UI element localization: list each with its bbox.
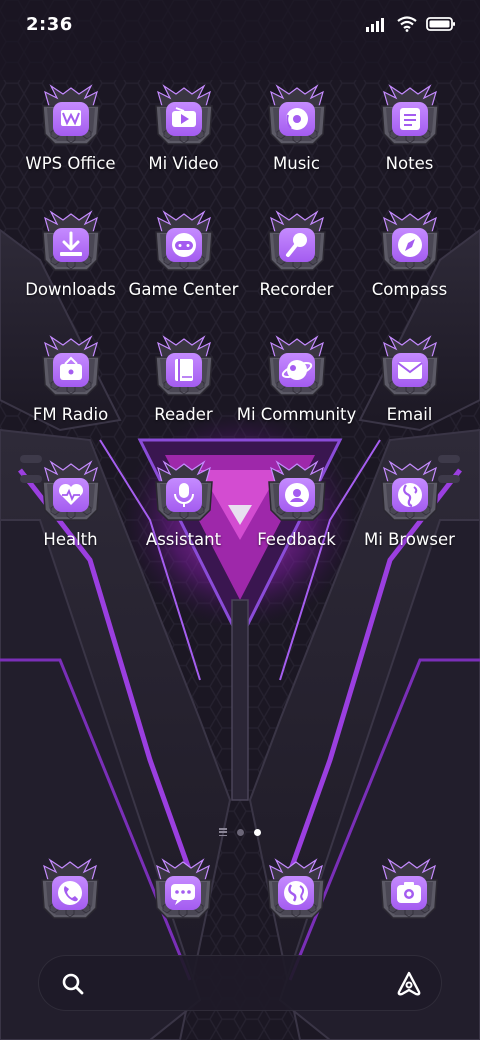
messages-icon[interactable]	[149, 856, 217, 924]
wps-office-icon[interactable]	[37, 82, 105, 150]
app-label: Feedback	[257, 530, 336, 549]
app-notes[interactable]: Notes	[353, 82, 466, 200]
assistant-mic-icon[interactable]	[150, 458, 218, 526]
app-music[interactable]: Music	[240, 82, 353, 200]
app-label: Mi Browser	[364, 530, 455, 549]
app-label: Reader	[154, 405, 213, 424]
book-icon[interactable]	[150, 333, 218, 401]
app-reader[interactable]: Reader	[127, 333, 240, 451]
video-icon[interactable]	[150, 82, 218, 150]
app-recorder[interactable]: Recorder	[240, 208, 353, 326]
app-game-center[interactable]: Game Center	[127, 208, 240, 326]
search-icon[interactable]	[61, 972, 85, 996]
app-downloads[interactable]: Downloads	[14, 208, 127, 326]
wifi-icon	[397, 16, 417, 32]
app-wps-office[interactable]: WPS Office	[14, 82, 127, 200]
app-label: Mi Community	[236, 405, 357, 424]
app-label: Music	[273, 154, 320, 173]
download-icon[interactable]	[37, 208, 105, 276]
app-label: Health	[43, 530, 98, 549]
status-time: 2:36	[26, 14, 73, 35]
compass-icon[interactable]	[376, 208, 444, 276]
app-mi-video[interactable]: Mi Video	[127, 82, 240, 200]
page-indicator	[0, 828, 480, 836]
browser-globe-icon[interactable]	[262, 856, 330, 924]
radio-icon[interactable]	[37, 333, 105, 401]
microphone-icon[interactable]	[263, 208, 331, 276]
page-indicator-lines-icon	[219, 828, 227, 836]
notes-icon[interactable]	[376, 82, 444, 150]
mail-icon[interactable]	[376, 333, 444, 401]
app-health[interactable]: Health	[14, 458, 127, 576]
app-label: Downloads	[25, 280, 116, 299]
app-compass[interactable]: Compass	[353, 208, 466, 326]
app-mi-community[interactable]: Mi Community	[237, 333, 356, 451]
app-mi-browser[interactable]: Mi Browser	[353, 458, 466, 576]
app-label: Game Center	[128, 280, 239, 299]
app-label: Mi Video	[148, 154, 219, 173]
music-icon[interactable]	[263, 82, 331, 150]
app-label: Notes	[385, 154, 434, 173]
gamepad-icon[interactable]	[150, 208, 218, 276]
feedback-icon[interactable]	[263, 458, 331, 526]
app-assistant[interactable]: Assistant	[127, 458, 240, 576]
status-bar: 2:36	[0, 0, 480, 50]
camera-icon[interactable]	[375, 856, 443, 924]
app-label: Assistant	[145, 530, 222, 549]
status-icons	[366, 16, 456, 32]
app-fm-radio[interactable]: FM Radio	[14, 333, 127, 451]
app-feedback[interactable]: Feedback	[240, 458, 353, 576]
phone-icon[interactable]	[36, 856, 104, 924]
app-label: Compass	[371, 280, 448, 299]
page-dot-active[interactable]	[254, 828, 261, 836]
heart-pulse-icon[interactable]	[37, 458, 105, 526]
app-email[interactable]: Email	[353, 333, 466, 451]
app-label: WPS Office	[25, 154, 116, 173]
assistant-icon[interactable]	[395, 970, 423, 998]
app-label: Recorder	[259, 280, 334, 299]
signal-icon	[366, 18, 384, 32]
page-dot[interactable]	[237, 828, 244, 836]
app-label: FM Radio	[32, 405, 109, 424]
search-bar[interactable]	[38, 955, 442, 1011]
battery-icon	[426, 17, 455, 31]
planet-icon[interactable]	[263, 333, 331, 401]
globe-icon[interactable]	[376, 458, 444, 526]
app-label: Email	[386, 405, 433, 424]
